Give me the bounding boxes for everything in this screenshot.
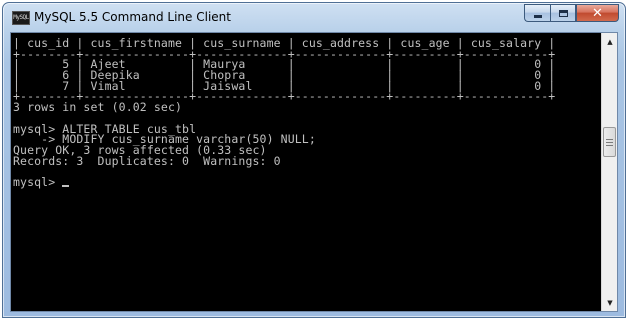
text-cursor	[62, 184, 70, 187]
minimize-button[interactable]	[524, 4, 550, 22]
console-output[interactable]: | cus_id | cus_firstname | cus_surname |…	[11, 33, 601, 311]
scroll-up-button[interactable]: ▲	[602, 33, 618, 50]
title-bar[interactable]: MySQL MySQL 5.5 Command Line Client ✕	[3, 3, 625, 31]
window-controls: ✕	[524, 4, 619, 23]
console-window: MySQL MySQL 5.5 Command Line Client ✕ | …	[2, 2, 626, 318]
arrow-up-icon: ▲	[607, 37, 613, 46]
scroll-down-button[interactable]: ▼	[602, 294, 618, 311]
minimize-icon	[533, 14, 542, 18]
window-title: MySQL 5.5 Command Line Client	[34, 10, 231, 24]
grip-line	[606, 138, 613, 140]
close-button[interactable]: ✕	[576, 4, 619, 22]
arrow-down-icon: ▼	[607, 298, 613, 307]
maximize-icon	[558, 9, 568, 17]
console-client-area[interactable]: | cus_id | cus_firstname | cus_surname |…	[10, 32, 618, 312]
console-line: Records: 3 Duplicates: 0 Warnings: 0	[13, 153, 281, 168]
console-app-icon[interactable]: MySQL	[12, 11, 30, 25]
console-line: 3 rows in set (0.02 sec)	[13, 100, 183, 115]
vertical-scrollbar[interactable]: ▲ ▼	[601, 33, 617, 311]
console-line: mysql>	[13, 176, 601, 188]
close-icon: ✕	[592, 5, 603, 21]
grip-line	[606, 141, 613, 143]
maximize-button[interactable]	[550, 4, 576, 22]
grip-line	[606, 144, 613, 146]
scrollbar-thumb[interactable]	[603, 127, 616, 158]
